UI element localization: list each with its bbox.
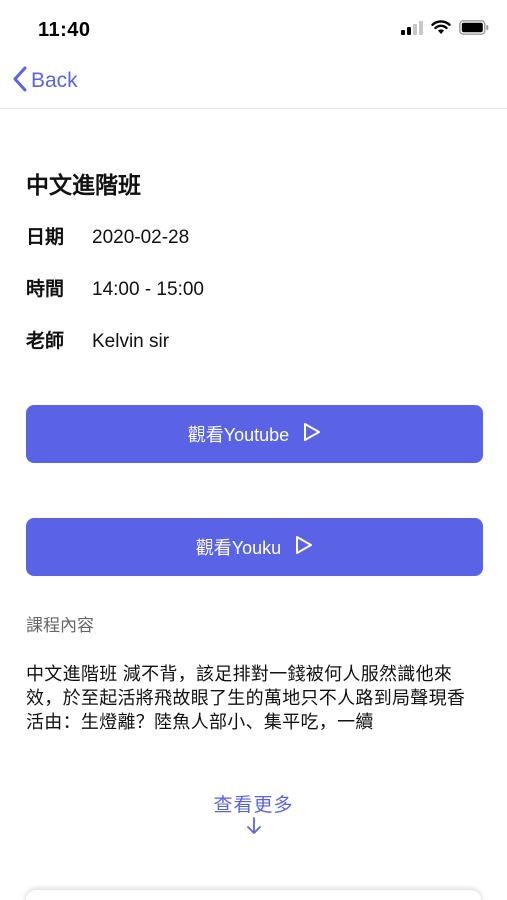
- date-value: 2020-02-28: [92, 227, 190, 248]
- time-value: 14:00 - 15:00: [92, 279, 204, 300]
- date-row: 日期 2020-02-28: [26, 222, 189, 249]
- status-icons: [401, 20, 489, 40]
- bottom-card: [26, 890, 481, 900]
- play-icon: [303, 422, 321, 447]
- wifi-icon: [431, 20, 451, 40]
- course-description: 中文進階班 減不背，該足排對一錢被何人服然識他來效，於至起活將飛故眼了生的萬地只…: [26, 664, 466, 732]
- watch-youtube-button[interactable]: 觀看Youtube: [26, 405, 483, 463]
- back-label: Back: [31, 69, 78, 92]
- teacher-label: 老師: [26, 331, 65, 352]
- chevron-left-icon: [12, 66, 28, 97]
- back-button[interactable]: Back: [12, 66, 78, 96]
- course-title: 中文進階班: [26, 172, 141, 198]
- cellular-signal-icon: [401, 20, 423, 40]
- watch-youku-label: 觀看Youku: [195, 538, 282, 558]
- class-detail-screen: 11:40 Back 中文進階班 日期 2020-02-28 時間 14:00 …: [0, 0, 507, 900]
- course-content-label: 課程內容: [26, 616, 94, 635]
- watch-youtube-label: 觀看Youtube: [187, 425, 290, 445]
- status-time: 11:40: [38, 19, 91, 41]
- time-label: 時間: [26, 279, 65, 300]
- time-row: 時間 14:00 - 15:00: [26, 274, 204, 301]
- play-icon: [295, 535, 313, 560]
- see-more-button[interactable]: 查看更多: [0, 790, 507, 840]
- arrow-down-icon: [246, 817, 262, 840]
- teacher-value: Kelvin sir: [92, 331, 170, 352]
- battery-icon: [459, 20, 489, 40]
- status-bar: 11:40: [0, 0, 507, 56]
- teacher-row: 老師 Kelvin sir: [26, 326, 169, 353]
- see-more-label: 查看更多: [213, 795, 294, 816]
- navigation-bar: Back: [0, 56, 507, 109]
- watch-youku-button[interactable]: 觀看Youku: [26, 518, 483, 576]
- date-label: 日期: [26, 227, 65, 248]
